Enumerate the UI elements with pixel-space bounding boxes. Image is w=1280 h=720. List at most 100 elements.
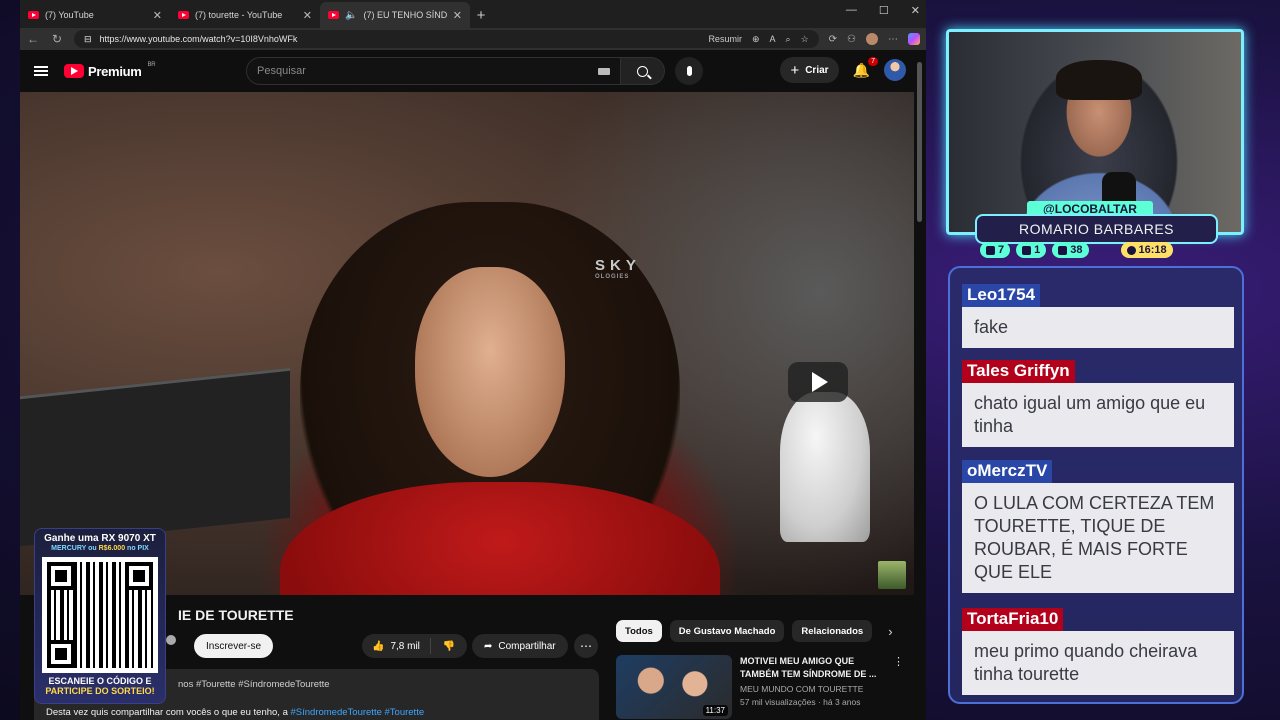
stat-chat: 7 [980, 242, 1011, 258]
like-count: 7,8 mil [390, 640, 420, 652]
back-icon[interactable]: ← [26, 32, 40, 46]
url-text: https://www.youtube.com/watch?v=10I8Vnho… [99, 34, 298, 44]
close-window-icon[interactable]: ✕ [911, 4, 920, 17]
stream-stats: 7 1 38 16:18 [980, 242, 1173, 258]
youtube-favicon-icon [178, 11, 189, 19]
profile-icon[interactable]: ⚇ [847, 34, 856, 45]
channel-watermark[interactable] [878, 561, 906, 589]
video-player[interactable]: SKY OLOGIES [20, 92, 914, 595]
youtube-icon [1022, 245, 1032, 255]
tab-current-video[interactable]: 🔈 (7) EU TENHO SÍNDROME DE ✕ [320, 2, 470, 28]
account-avatar[interactable] [884, 59, 906, 81]
chevron-right-icon[interactable]: › [888, 624, 892, 639]
video-duration: 11:37 [702, 705, 728, 716]
promo-cta-line1: ESCANEIE O CÓDIGO E [48, 676, 152, 686]
new-tab-button[interactable]: + [470, 2, 492, 28]
thumbs-up-icon: 👍 [372, 640, 385, 652]
more-dots-icon: ⋯ [580, 639, 592, 653]
tab-bar: (7) YouTube ✕ (7) tourette - YouTube ✕ 🔈… [20, 0, 926, 28]
resumir-button[interactable]: Resumir [708, 34, 742, 44]
close-tab-icon[interactable]: ✕ [453, 9, 462, 22]
search-placeholder: Pesquisar [257, 65, 306, 77]
stat-chat-value: 7 [998, 244, 1005, 256]
video-monitor [20, 367, 290, 547]
zoom-icon[interactable]: ⌕ [786, 34, 791, 45]
read-aloud-icon[interactable]: A [770, 34, 776, 44]
tab-title: (7) EU TENHO SÍNDROME DE [363, 10, 447, 20]
promo-subline: MERCURY ou R$6.000 no PIX [35, 545, 165, 552]
keyboard-icon[interactable] [598, 67, 610, 75]
chip-related[interactable]: Relacionados [792, 620, 873, 642]
chat-text: O LULA COM CERTEZA TEM TOURETTE, TIQUE D… [962, 483, 1234, 593]
user-avatar-icon[interactable] [866, 33, 878, 45]
like-dislike-group: 👍 7,8 mil 👎 [362, 634, 468, 658]
header-actions: + Criar 🔔 7 [780, 56, 906, 83]
video-person-face [415, 267, 565, 477]
share-button[interactable]: ➦ Compartilhar [472, 634, 568, 658]
hamburger-menu-icon[interactable] [34, 66, 48, 76]
minimize-icon[interactable]: — [846, 4, 857, 17]
video-title: IE DE TOURETTE [178, 607, 294, 623]
refresh-icon[interactable]: ↻ [50, 32, 64, 46]
streamer-name: ROMARIO BARBARES [975, 214, 1218, 244]
voice-search-button[interactable] [675, 57, 703, 85]
chat-username: TortaFria10 [962, 608, 1064, 631]
translate-icon[interactable]: ⊕ [752, 34, 760, 45]
maximize-icon[interactable]: ☐ [879, 4, 889, 17]
hashtags[interactable]: #Tourette #SíndromedeTourette [196, 679, 330, 690]
share-label: Compartilhar [498, 640, 556, 652]
chat-message: Leo1754 fake [962, 284, 1234, 348]
site-info-icon[interactable]: ⊟ [84, 34, 92, 45]
search-button[interactable] [621, 57, 665, 85]
kebab-menu-icon[interactable]: ⋮ [893, 655, 904, 719]
chip-todos[interactable]: Todos [616, 620, 662, 642]
tab-title: (7) tourette - YouTube [195, 10, 283, 20]
more-actions-button[interactable]: ⋯ [574, 634, 598, 658]
youtube-header: Premium BR Pesquisar + Criar 🔔 7 [20, 50, 926, 92]
qr-finder [47, 562, 75, 590]
create-button[interactable]: + Criar [780, 57, 839, 83]
chat-username: oMerczTV [962, 460, 1053, 483]
microphone-icon [686, 66, 692, 76]
bell-icon: 🔔 [852, 61, 870, 78]
share-icon: ➦ [484, 640, 493, 652]
tab-youtube[interactable]: (7) YouTube ✕ [20, 2, 170, 28]
dislike-button[interactable]: 👎 [431, 641, 467, 652]
video-lamp [780, 392, 870, 542]
extension-icon[interactable]: ⟳ [829, 34, 837, 45]
favorite-star-icon[interactable]: ☆ [801, 34, 809, 45]
thumbs-down-icon: 👎 [442, 640, 456, 652]
recommended-video[interactable]: 11:37 MOTIVEI MEU AMIGO QUE TAMBÉM TEM S… [616, 655, 904, 719]
youtube-logo[interactable]: Premium BR [64, 62, 156, 79]
stat-youtube-value: 1 [1034, 244, 1041, 256]
chat-message: TortaFria10 meu primo quando cheirava ti… [962, 608, 1234, 695]
close-tab-icon[interactable]: ✕ [153, 9, 162, 22]
chat-panel: Leo1754 fake Tales Griffyn chato igual u… [948, 266, 1244, 704]
close-tab-icon[interactable]: ✕ [303, 9, 312, 22]
scrollbar-thumb[interactable] [917, 62, 922, 222]
promo-sub-a: MERCURY ou [51, 545, 99, 552]
stat-viewers: 38 [1052, 242, 1089, 258]
play-button-icon[interactable] [788, 362, 848, 402]
address-bar[interactable]: ⊟ https://www.youtube.com/watch?v=10I8Vn… [74, 30, 819, 48]
recommended-thumbnail[interactable]: 11:37 [616, 655, 732, 719]
menu-dots-icon[interactable]: ⋯ [888, 34, 898, 45]
notifications-button[interactable]: 🔔 7 [852, 56, 878, 79]
speaker-icon[interactable]: 🔈 [345, 10, 357, 21]
chat-text: fake [962, 307, 1234, 348]
recommended-title[interactable]: MOTIVEI MEU AMIGO QUE TAMBÉM TEM SÍNDROM… [740, 655, 885, 681]
like-button[interactable]: 👍 7,8 mil [362, 638, 431, 654]
copilot-icon[interactable] [908, 33, 920, 45]
tags-prefix: nos [178, 679, 194, 690]
tab-tourette-search[interactable]: (7) tourette - YouTube ✕ [170, 2, 320, 28]
page-scrollbar[interactable] [914, 50, 926, 720]
description-hashtag-links[interactable]: #SíndromedeTourette #Tourette [291, 707, 425, 718]
subscribe-button[interactable]: Inscrever-se [194, 634, 274, 658]
promo-sub-b: R$6.000 [98, 545, 126, 552]
clock-icon [1126, 245, 1136, 255]
search-input[interactable]: Pesquisar [246, 57, 621, 85]
chip-channel[interactable]: De Gustavo Machado [669, 620, 785, 642]
stat-viewers-value: 38 [1070, 244, 1083, 256]
recommended-channel[interactable]: MEU MUNDO COM TOURETTE [740, 684, 885, 694]
chat-message: Tales Griffyn chato igual um amigo que e… [962, 360, 1234, 447]
